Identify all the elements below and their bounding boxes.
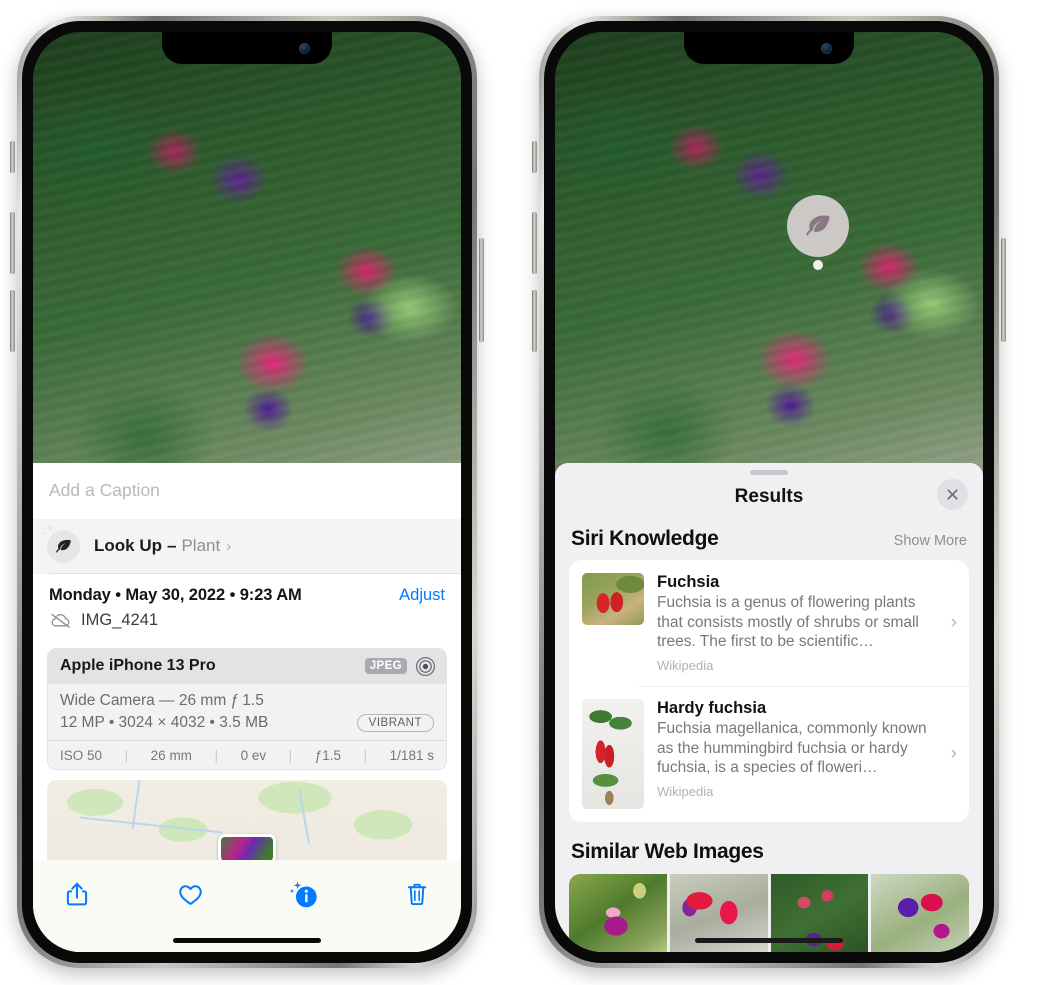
section-header-similar-web-images: Similar Web Images <box>555 822 983 874</box>
device-notch <box>162 32 332 64</box>
show-more-button[interactable]: Show More <box>894 533 967 549</box>
web-image-1[interactable] <box>569 874 667 952</box>
front-camera-icon <box>821 43 832 54</box>
fuchsia-red-flowers-thumb <box>582 573 644 625</box>
chevron-right-icon: › <box>226 537 232 555</box>
home-indicator[interactable] <box>173 938 321 943</box>
look-up-label: Look Up <box>94 536 162 556</box>
photo-location-pin[interactable] <box>218 834 276 861</box>
volume-down-button[interactable] <box>532 290 537 352</box>
format-badge: JPEG <box>364 658 407 675</box>
hardy-fuchsia-branch-thumb <box>582 699 644 810</box>
silent-switch[interactable] <box>532 141 537 173</box>
exif-separator: | <box>288 747 293 763</box>
web-image-4[interactable] <box>871 874 969 952</box>
front-camera-icon <box>299 43 310 54</box>
power-button[interactable] <box>479 238 484 342</box>
leaf-badge <box>41 523 80 563</box>
heart-icon <box>179 885 202 905</box>
leaf-icon <box>56 539 71 553</box>
section-header-siri-knowledge: Siri Knowledge Show More <box>555 519 983 560</box>
sheet-header: Results <box>555 475 983 519</box>
knowledge-title: Fuchsia <box>657 573 720 591</box>
siri-knowledge-card: Fuchsia Fuchsia is a genus of flowering … <box>569 560 969 823</box>
volume-down-button[interactable] <box>10 290 15 352</box>
volume-up-button[interactable] <box>532 212 537 274</box>
photographic-style-badge: VIBRANT <box>356 713 434 732</box>
exif-stat-aperture: ƒ1.5 <box>314 747 342 763</box>
close-button[interactable] <box>937 479 968 510</box>
trash-icon <box>407 883 427 906</box>
visual-look-up-pin[interactable] <box>787 195 849 270</box>
share-icon <box>66 883 88 906</box>
device-screen-left: Add a Caption Look Up – Plant › Monday •… <box>33 32 461 952</box>
iphone-device-left: Add a Caption Look Up – Plant › Monday •… <box>10 16 484 968</box>
map-river <box>298 788 310 845</box>
look-up-row[interactable]: Look Up – Plant › <box>33 518 461 574</box>
exif-stat-ev: 0 ev <box>240 747 267 763</box>
knowledge-description: Fuchsia is a genus of flowering plants t… <box>657 594 919 651</box>
info-sparkle-icon <box>289 881 317 908</box>
power-button[interactable] <box>1001 238 1006 342</box>
delete-button[interactable] <box>397 874 437 914</box>
cloud-slash-icon <box>51 613 70 628</box>
image-dimensions: 12 MP • 3024 × 4032 • 3.5 MB <box>60 713 269 731</box>
camera-device-name: Apple iPhone 13 Pro <box>60 657 216 675</box>
knowledge-row[interactable]: Hardy fuchsia Fuchsia magellanica, commo… <box>569 686 969 822</box>
aperture-icon <box>415 656 436 676</box>
look-up-label-group: Look Up – Plant › <box>94 536 231 556</box>
look-up-dash: – <box>167 536 177 556</box>
location-map-thumbnail[interactable] <box>47 780 447 861</box>
section-title: Siri Knowledge <box>571 527 719 550</box>
photo-metadata-block: Monday • May 30, 2022 • 9:23 AM Adjust I… <box>33 573 461 638</box>
exif-separator: | <box>363 747 368 763</box>
close-icon <box>947 489 958 500</box>
photo-filename: IMG_4241 <box>81 610 159 629</box>
chevron-right-icon: › <box>950 743 957 765</box>
exif-stat-focal: 26 mm <box>150 747 192 763</box>
volume-up-button[interactable] <box>10 212 15 274</box>
favorite-button[interactable] <box>170 874 210 914</box>
pin-dot <box>813 260 823 270</box>
exif-separator: | <box>214 747 219 763</box>
device-bezel: Results Siri Knowledge Show More Fuchsia… <box>544 21 994 963</box>
sheet-title: Results <box>734 486 804 507</box>
device-notch <box>684 32 854 64</box>
exif-body: Wide Camera — 26 mm ƒ 1.5 12 MP • 3024 ×… <box>48 684 446 740</box>
knowledge-title: Hardy fuchsia <box>657 699 767 718</box>
device-bezel: Add a Caption Look Up – Plant › Monday •… <box>22 21 472 963</box>
home-indicator[interactable] <box>695 938 843 943</box>
exif-separator: | <box>124 747 129 763</box>
exif-stat-iso: ISO 50 <box>60 747 103 763</box>
caption-placeholder: Add a Caption <box>49 480 160 501</box>
share-button[interactable] <box>57 874 97 914</box>
lens-info: Wide Camera — 26 mm ƒ 1.5 <box>60 691 264 709</box>
exif-stats-row: ISO 50 | 26 mm | 0 ev | ƒ1.5 | 1/181 s <box>48 739 446 770</box>
iphone-device-right: Results Siri Knowledge Show More Fuchsia… <box>532 16 1006 968</box>
photo-info-panel: Add a Caption Look Up – Plant › Monday •… <box>33 463 461 952</box>
info-button[interactable] <box>284 874 324 914</box>
chevron-right-icon: › <box>950 612 957 633</box>
results-sheet: Results Siri Knowledge Show More Fuchsia… <box>555 463 983 952</box>
photo-datetime: Monday • May 30, 2022 • 9:23 AM <box>49 585 302 604</box>
screenshot-stage: Add a Caption Look Up – Plant › Monday •… <box>0 0 1055 985</box>
leaf-badge <box>787 195 849 257</box>
device-screen-right: Results Siri Knowledge Show More Fuchsia… <box>555 32 983 952</box>
knowledge-source: Wikipedia <box>657 658 714 674</box>
exif-stat-shutter: 1/181 s <box>389 747 434 763</box>
knowledge-row[interactable]: Fuchsia Fuchsia is a genus of flowering … <box>569 560 969 686</box>
section-title: Similar Web Images <box>571 840 764 864</box>
caption-input[interactable]: Add a Caption <box>33 463 461 519</box>
exif-header: Apple iPhone 13 Pro JPEG <box>48 648 446 684</box>
knowledge-source: Wikipedia <box>657 784 714 800</box>
map-road <box>79 816 223 834</box>
adjust-button[interactable]: Adjust <box>399 586 445 605</box>
knowledge-description: Fuchsia magellanica, commonly known as t… <box>657 720 927 777</box>
look-up-subject: Plant <box>181 536 221 556</box>
silent-switch[interactable] <box>10 141 15 173</box>
exif-card[interactable]: Apple iPhone 13 Pro JPEG Wide Camera — 2… <box>47 647 447 771</box>
leaf-icon <box>806 215 830 236</box>
